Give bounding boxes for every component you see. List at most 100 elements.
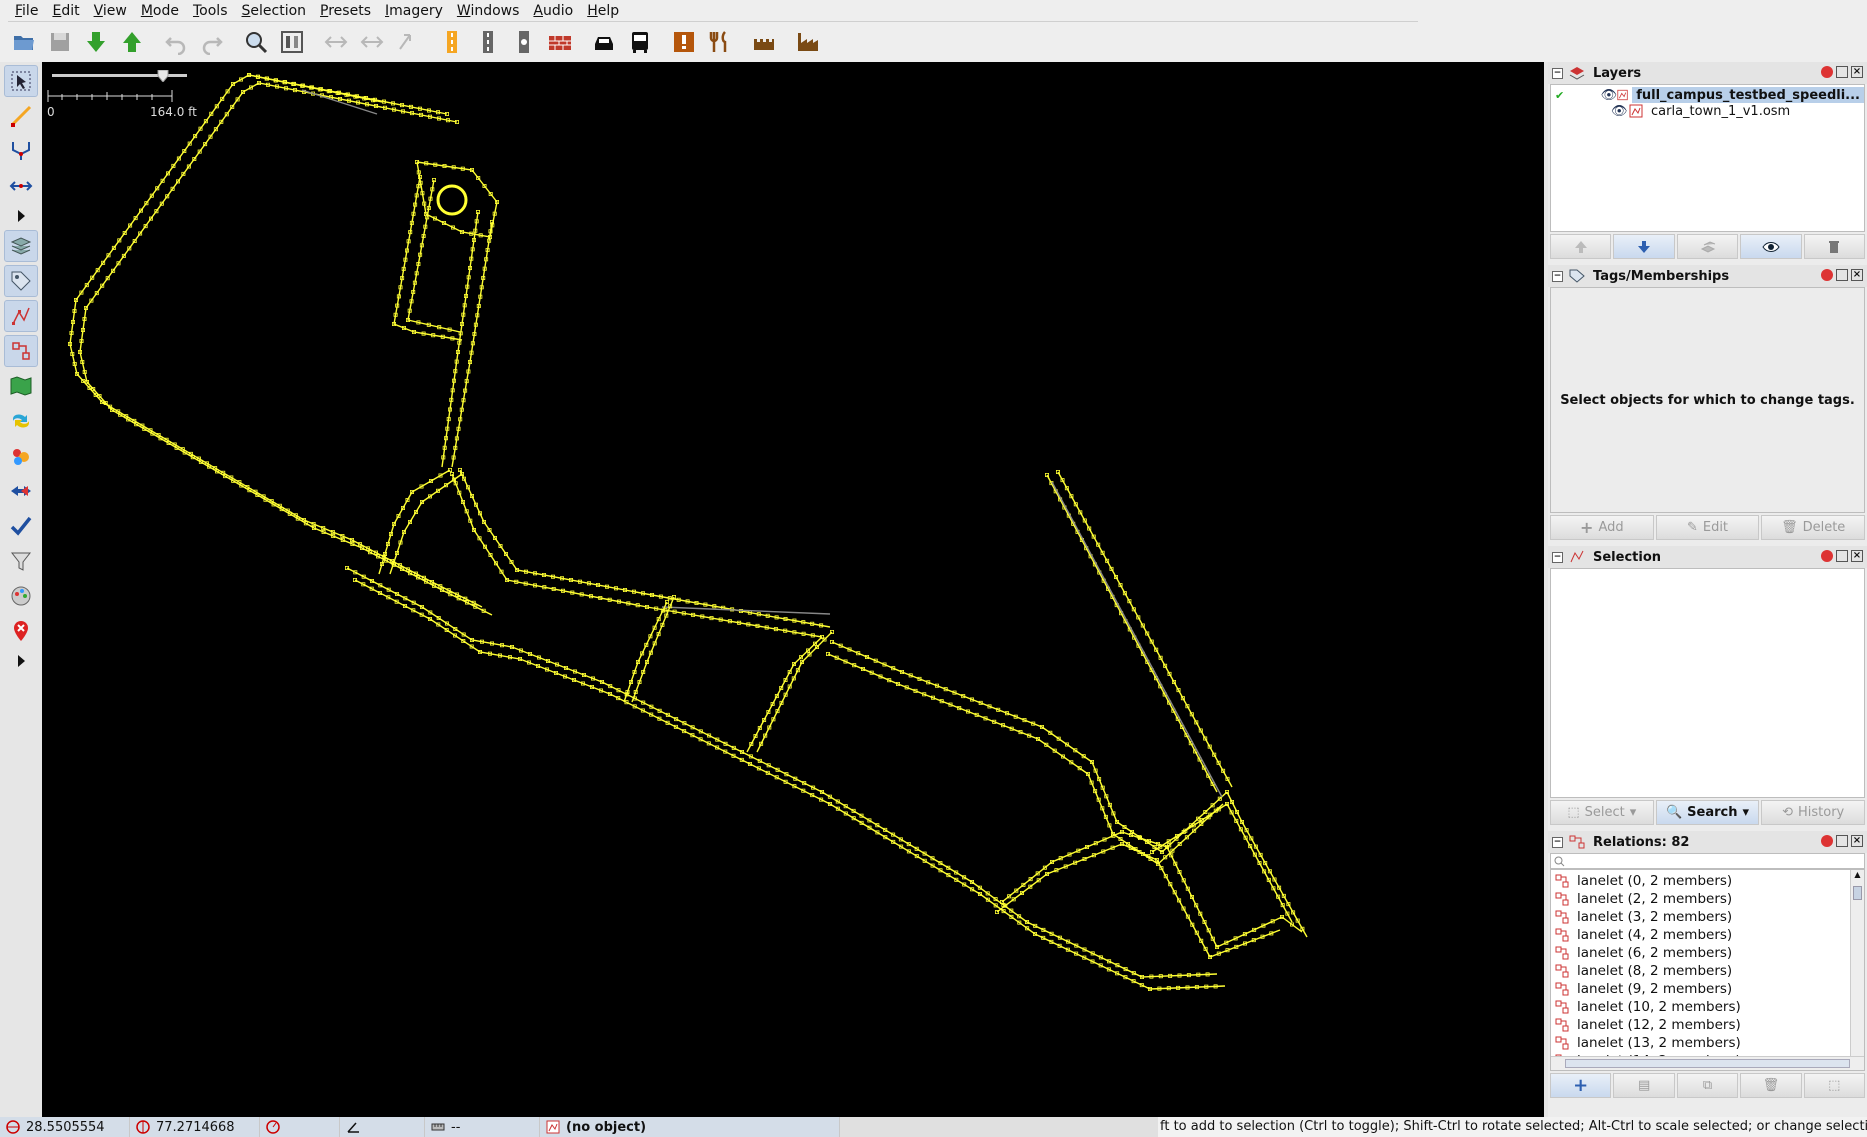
road-way[interactable] — [623, 601, 668, 703]
car-icon[interactable] — [588, 26, 620, 58]
collapse-toggle[interactable]: − — [1552, 67, 1563, 79]
castle-icon[interactable] — [748, 26, 780, 58]
conflict-icon[interactable] — [4, 405, 38, 437]
wall-icon[interactable] — [544, 26, 576, 58]
visibility-eye-icon[interactable]: 👁 — [1601, 88, 1618, 103]
hazard-icon[interactable] — [668, 26, 700, 58]
select-button[interactable]: ⬚ Select ▾ — [1550, 800, 1654, 825]
help-icon[interactable] — [1821, 835, 1833, 847]
relation-list-item[interactable]: lanelet (8, 2 members) — [1551, 962, 1864, 980]
menu-edit[interactable]: Edit — [45, 0, 86, 22]
road-network[interactable] — [42, 62, 1544, 1117]
draw-tool-icon[interactable] — [4, 100, 38, 132]
detach-icon[interactable] — [1836, 269, 1848, 281]
preferences-icon[interactable] — [276, 26, 308, 58]
road-way[interactable] — [79, 82, 493, 616]
layers-icon[interactable] — [4, 230, 38, 262]
help-icon[interactable] — [1821, 269, 1833, 281]
relation-list-item[interactable]: lanelet (10, 2 members) — [1551, 998, 1864, 1016]
relation-list-item[interactable]: lanelet (12, 2 members) — [1551, 1016, 1864, 1034]
detach-icon[interactable] — [1836, 835, 1848, 847]
reverse-way-icon[interactable] — [392, 26, 424, 58]
road-way[interactable] — [389, 473, 463, 575]
collapse-toggle[interactable]: − — [1552, 836, 1563, 848]
zoom-slider[interactable] — [52, 70, 187, 82]
relation-filter-input[interactable] — [1550, 853, 1865, 869]
selection-dialog-header[interactable]: − Selection × — [1548, 546, 1867, 568]
validator-icon[interactable] — [4, 510, 38, 542]
edit-relation-button[interactable]: ▤ — [1613, 1073, 1675, 1098]
split-way-icon[interactable] — [356, 26, 388, 58]
relation-list-item[interactable]: lanelet (3, 2 members) — [1551, 908, 1864, 926]
menu-imagery[interactable]: Imagery — [378, 0, 450, 22]
delete-layer-button[interactable] — [1803, 234, 1866, 259]
relation-list[interactable]: lanelet (0, 2 members) lanelet (2, 2 memb… — [1550, 869, 1865, 1071]
road-way[interactable] — [756, 631, 833, 753]
layer-name[interactable]: carla_town_1_v1.osm — [1651, 104, 1790, 119]
move-up-button[interactable] — [1550, 234, 1612, 259]
menu-mode[interactable]: Mode — [134, 0, 186, 22]
duplicate-relation-button[interactable]: ⧉ — [1676, 1073, 1739, 1098]
layers-dialog-header[interactable]: − Layers × — [1548, 62, 1867, 84]
road-way[interactable] — [354, 579, 1226, 990]
edit-tag-button[interactable]: ✎ Edit — [1655, 515, 1760, 540]
help-icon[interactable] — [1821, 66, 1833, 78]
visibility-eye-icon[interactable]: 👁 — [1611, 104, 1629, 119]
paint-icon[interactable] — [4, 580, 38, 612]
menu-audio[interactable]: Audio — [526, 0, 580, 22]
relation-list-item[interactable]: lanelet (0, 2 members) — [1551, 872, 1864, 890]
upload-icon[interactable] — [116, 26, 148, 58]
help-icon[interactable] — [1821, 550, 1833, 562]
parallel-tool-icon[interactable] — [4, 170, 38, 202]
roundabout[interactable] — [436, 184, 468, 216]
redo-icon[interactable] — [196, 26, 228, 58]
layer-list[interactable]: ✔ 👁 full_campus_testbed_speedli... 👁 car… — [1550, 84, 1865, 232]
delete-tag-button[interactable]: 🗑 Delete — [1761, 515, 1866, 540]
delete-relation-button[interactable]: 🗑 — [1740, 1073, 1802, 1098]
relation-list-item[interactable]: lanelet (9, 2 members) — [1551, 980, 1864, 998]
selection-icon[interactable] — [4, 300, 38, 332]
relations-dialog-header[interactable]: − Relations: 82 × — [1548, 831, 1867, 853]
filter-icon[interactable] — [4, 545, 38, 577]
merge-layer-button[interactable] — [1676, 234, 1739, 259]
download-icon[interactable] — [80, 26, 112, 58]
history-button[interactable]: ⟲ History — [1761, 800, 1866, 825]
tags-icon[interactable] — [4, 265, 38, 297]
map-icon[interactable] — [4, 370, 38, 402]
selection-list[interactable] — [1550, 568, 1865, 798]
road-marking-icon[interactable] — [436, 26, 468, 58]
close-icon[interactable]: × — [1851, 550, 1863, 562]
barrier-icon[interactable] — [472, 26, 504, 58]
road-way[interactable] — [248, 74, 383, 103]
road-link[interactable] — [661, 606, 831, 615]
zoom-icon[interactable] — [240, 26, 272, 58]
layer-row[interactable]: 👁 carla_town_1_v1.osm — [1551, 103, 1864, 119]
menu-help[interactable]: Help — [580, 0, 626, 22]
road-way[interactable] — [69, 74, 483, 608]
menu-file[interactable]: File — [8, 0, 45, 22]
changesets-icon[interactable] — [4, 475, 38, 507]
relation-list-item[interactable]: lanelet (13, 2 members) — [1551, 1034, 1864, 1052]
menu-view[interactable]: View — [87, 0, 134, 22]
road-way[interactable] — [378, 469, 451, 575]
layer-row[interactable]: ✔ 👁 full_campus_testbed_speedli... — [1551, 87, 1864, 103]
select-tool-icon[interactable] — [4, 65, 38, 97]
map-view[interactable]: 0 164.0 ft — [42, 62, 1544, 1117]
detach-icon[interactable] — [1836, 66, 1848, 78]
select-members-button[interactable]: ⬚ — [1803, 1073, 1866, 1098]
menu-presets[interactable]: Presets — [313, 0, 378, 22]
road-way[interactable] — [827, 653, 1224, 865]
add-tag-button[interactable]: + Add — [1550, 515, 1654, 540]
save-icon[interactable] — [44, 26, 76, 58]
search-button[interactable]: 🔍 Search ▾ — [1655, 800, 1760, 825]
open-icon[interactable] — [8, 26, 40, 58]
close-icon[interactable]: × — [1851, 835, 1863, 847]
road-way[interactable] — [631, 596, 675, 703]
relations-icon[interactable] — [4, 335, 38, 367]
road-way[interactable] — [459, 469, 831, 628]
detach-icon[interactable] — [1836, 550, 1848, 562]
bus-icon[interactable] — [624, 26, 656, 58]
close-icon[interactable]: × — [1851, 269, 1863, 281]
traffic-signal-icon[interactable] — [508, 26, 540, 58]
relation-list-item[interactable]: lanelet (6, 2 members) — [1551, 944, 1864, 962]
